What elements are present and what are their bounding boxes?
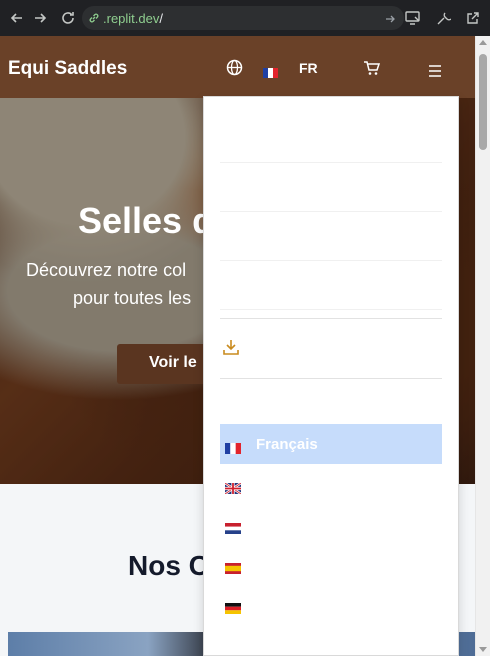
language-option-fr[interactable]: Français [220, 424, 442, 464]
flag-nl-icon [225, 519, 241, 534]
flag-fr-icon [225, 439, 241, 454]
language-option-gb[interactable] [220, 464, 442, 504]
menu-divider [220, 162, 442, 163]
cart-icon[interactable] [363, 60, 381, 80]
url-text: .replit.dev/ [103, 10, 163, 26]
page-scrollbar[interactable] [475, 36, 490, 656]
globe-icon[interactable] [226, 59, 243, 80]
site-info-icon[interactable] [88, 9, 100, 28]
menu-divider [220, 318, 442, 319]
mobile-menu-dropdown: Français [203, 96, 459, 656]
scroll-up-arrow[interactable] [479, 40, 487, 45]
go-icon[interactable] [384, 10, 396, 29]
scroll-down-arrow[interactable] [479, 647, 487, 652]
forward-icon[interactable] [29, 7, 51, 29]
hero-subtitle-line1: Découvrez notre col [26, 260, 187, 280]
language-code[interactable]: FR [299, 60, 318, 76]
back-icon[interactable] [6, 7, 28, 29]
flag-de-icon [225, 599, 241, 614]
browser-toolbar: .replit.dev/ [0, 0, 490, 36]
section-title: Nos C [128, 550, 209, 581]
flag-gb-icon [224, 479, 242, 495]
hero-subtitle-line2: pour toutes les [73, 288, 192, 308]
flag-es-icon [225, 559, 241, 574]
menu-divider [220, 211, 442, 212]
open-external-icon[interactable] [462, 7, 484, 29]
language-option-es[interactable] [220, 544, 442, 584]
reload-icon[interactable] [57, 7, 79, 29]
address-bar[interactable]: .replit.dev/ [82, 6, 404, 30]
language-option-nl[interactable] [220, 504, 442, 544]
language-label: Français [256, 435, 318, 453]
language-option-de[interactable] [220, 584, 442, 624]
flag-fr-icon[interactable] [263, 63, 278, 82]
scroll-thumb[interactable] [479, 54, 487, 150]
menu-icon[interactable] [428, 62, 442, 81]
download-icon[interactable] [222, 338, 240, 360]
menu-divider [220, 260, 442, 261]
brand-logo[interactable]: Equi Saddles [8, 58, 127, 80]
site-header: Equi Saddles FR [0, 36, 475, 98]
menu-divider [220, 378, 442, 379]
menu-divider [220, 309, 442, 310]
hero-title: Selles d [78, 200, 215, 241]
cast-icon[interactable] [402, 7, 424, 29]
extensions-icon[interactable] [432, 7, 454, 29]
